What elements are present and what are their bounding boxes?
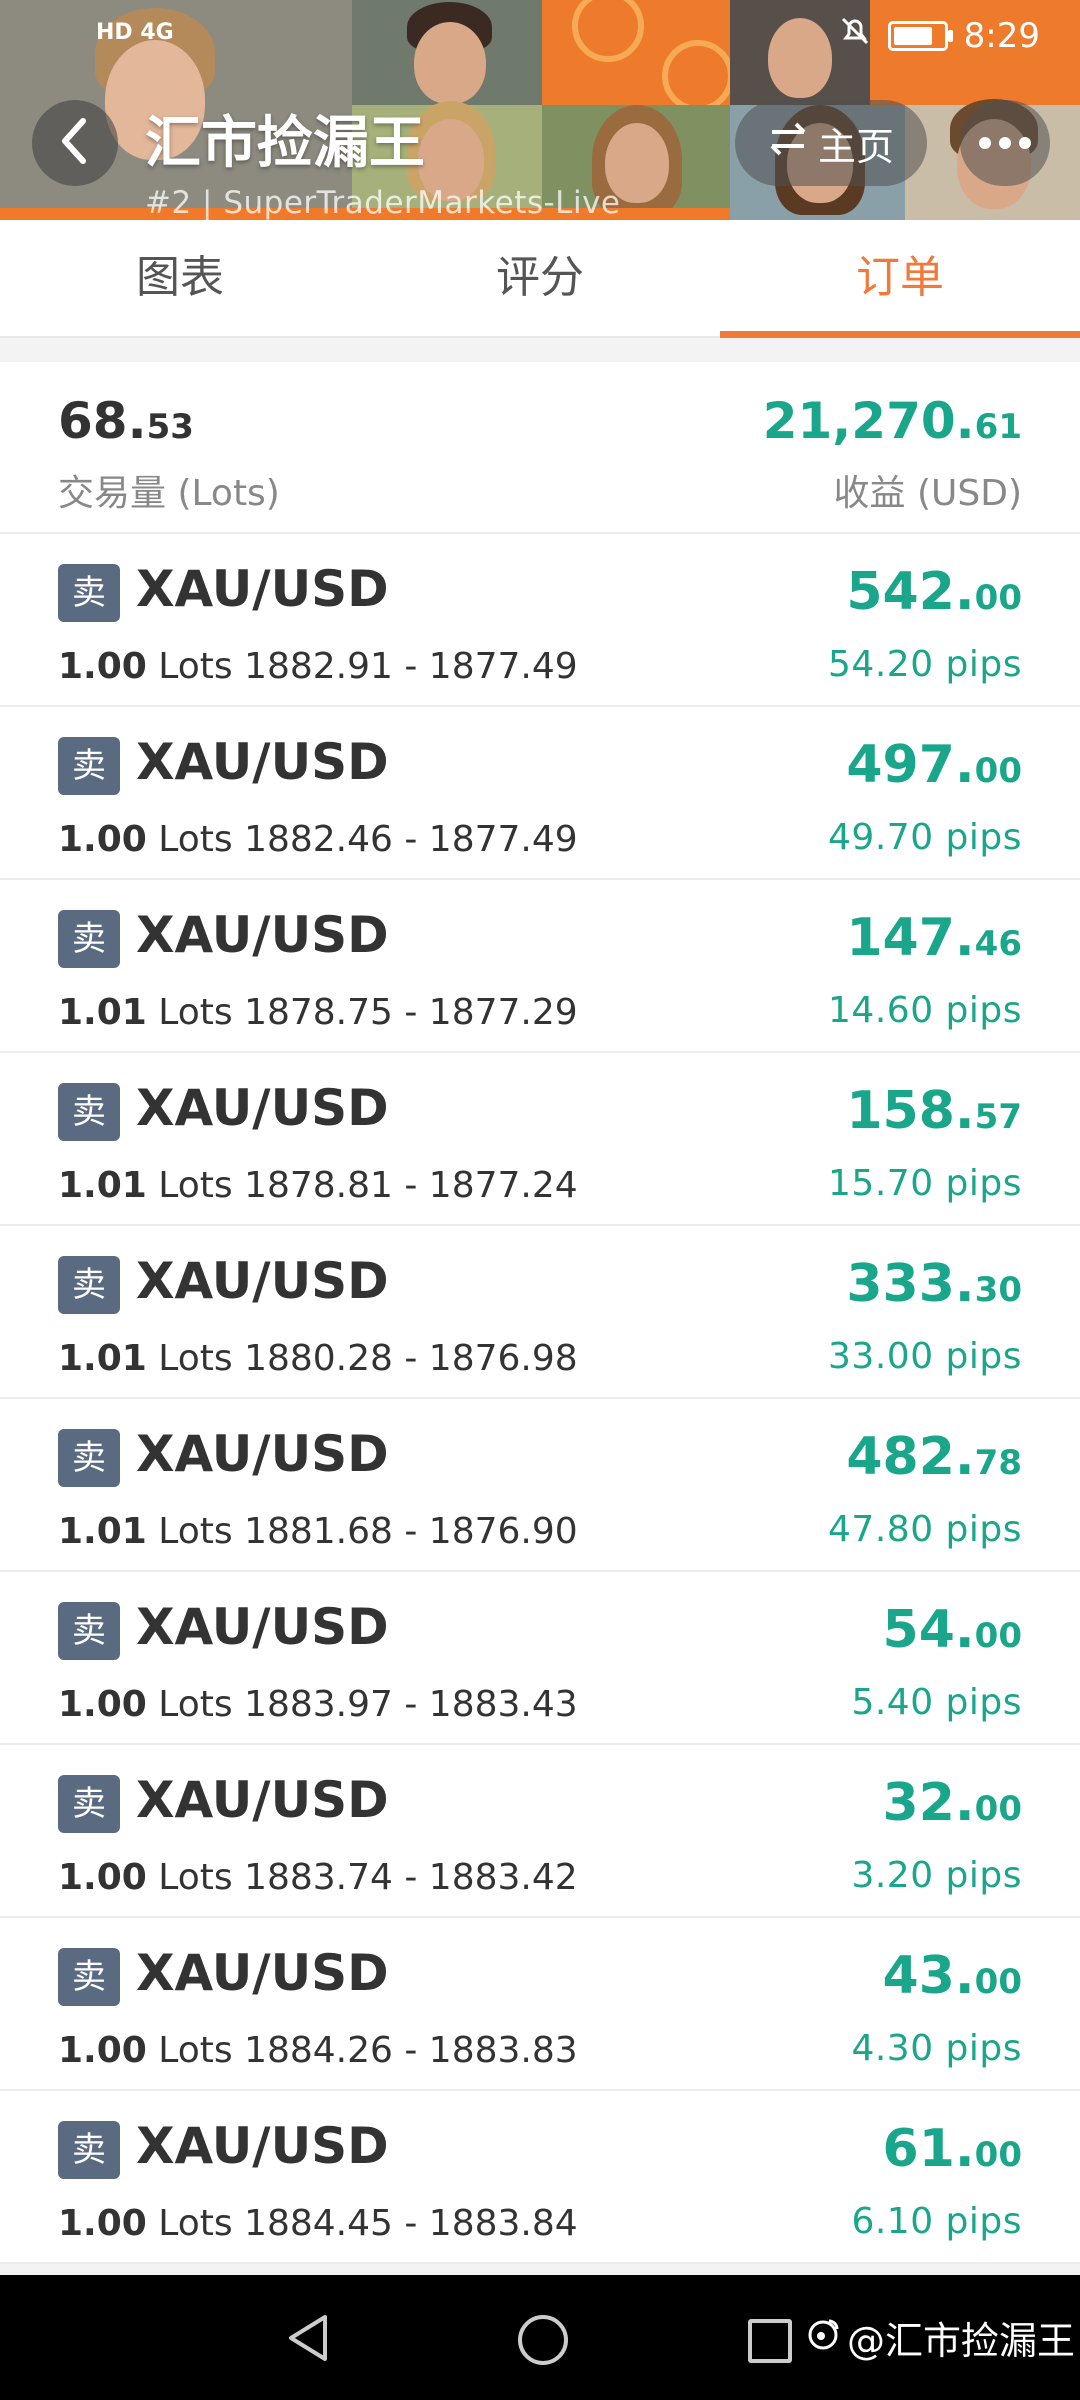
order-pips: 3.20 pips	[851, 1855, 1022, 1896]
order-pips: 47.80 pips	[828, 1509, 1022, 1550]
order-row[interactable]: 卖 XAU/USD 1.00 Lots 1884.45 - 1883.84 61…	[0, 2091, 1080, 2264]
order-profit: 482.78	[846, 1427, 1022, 1487]
order-symbol: XAU/USD	[136, 1252, 389, 1310]
order-row[interactable]: 卖 XAU/USD 1.00 Lots 1882.46 - 1877.49 49…	[0, 707, 1080, 880]
page-title: 汇市捡漏王	[145, 111, 425, 176]
swap-icon	[768, 121, 808, 166]
order-profit: 32.00	[882, 1773, 1022, 1833]
order-symbol: XAU/USD	[136, 1425, 389, 1483]
orders-summary: 68.53 交易量 (Lots) 21,270.61 收益 (USD)	[0, 362, 1080, 534]
order-lots-prices: 1.01 Lots 1878.81 - 1877.24	[58, 1165, 578, 1206]
sell-badge: 卖	[58, 1602, 120, 1660]
order-pips: 5.40 pips	[851, 1682, 1022, 1723]
order-row[interactable]: 卖 XAU/USD 1.01 Lots 1878.81 - 1877.24 15…	[0, 1053, 1080, 1226]
nav-home-icon[interactable]	[518, 2315, 568, 2365]
tab-chart[interactable]: 图表	[0, 220, 360, 336]
sell-badge: 卖	[58, 1256, 120, 1314]
sell-badge: 卖	[58, 1429, 120, 1487]
order-lots-prices: 1.00 Lots 1884.26 - 1883.83	[58, 2030, 578, 2071]
order-row[interactable]: 卖 XAU/USD 1.01 Lots 1880.28 - 1876.98 33…	[0, 1226, 1080, 1399]
watermark: @汇市捡漏王	[805, 2310, 1075, 2365]
network-indicator: HD 4G	[96, 20, 174, 45]
order-lots-prices: 1.00 Lots 1883.74 - 1883.42	[58, 1857, 578, 1898]
volume-label: 交易量 (Lots)	[58, 473, 280, 514]
order-profit: 542.00	[846, 562, 1022, 622]
order-symbol: XAU/USD	[136, 2117, 389, 2175]
order-lots-prices: 1.01 Lots 1881.68 - 1876.90	[58, 1511, 578, 1552]
more-options-button[interactable]	[960, 100, 1050, 186]
order-lots-prices: 1.00 Lots 1882.91 - 1877.49	[58, 646, 578, 687]
sell-badge: 卖	[58, 737, 120, 795]
order-symbol: XAU/USD	[136, 1079, 389, 1137]
order-symbol: XAU/USD	[136, 906, 389, 964]
header-banner: HD 4G 8:29 汇市捡漏王 #2 | SuperTraderMarkets…	[0, 0, 1080, 220]
nav-back-icon[interactable]	[285, 2313, 331, 2367]
battery-icon	[887, 20, 953, 51]
status-bar: HD 4G 8:29	[0, 0, 1080, 78]
weibo-logo-icon	[805, 2315, 841, 2360]
order-lots-prices: 1.00 Lots 1884.45 - 1883.84	[58, 2203, 578, 2244]
order-pips: 14.60 pips	[828, 990, 1022, 1031]
order-profit: 497.00	[846, 735, 1022, 795]
order-pips: 4.30 pips	[851, 2028, 1022, 2069]
order-profit: 147.46	[846, 908, 1022, 968]
order-lots-prices: 1.01 Lots 1878.75 - 1877.29	[58, 992, 578, 1033]
back-button[interactable]	[32, 100, 118, 186]
order-profit: 61.00	[882, 2119, 1022, 2179]
home-button[interactable]: 主页	[735, 100, 927, 186]
order-symbol: XAU/USD	[136, 1771, 389, 1829]
total-profit-label: 收益 (USD)	[833, 473, 1022, 514]
order-profit: 158.57	[846, 1081, 1022, 1141]
order-row[interactable]: 卖 XAU/USD 1.01 Lots 1878.75 - 1877.29 14…	[0, 880, 1080, 1053]
volume-value: 68.53	[58, 392, 194, 450]
more-dots-icon	[979, 137, 1031, 149]
order-row[interactable]: 卖 XAU/USD 1.00 Lots 1884.26 - 1883.83 43…	[0, 1918, 1080, 2091]
order-symbol: XAU/USD	[136, 1598, 389, 1656]
sell-badge: 卖	[58, 1948, 120, 2006]
order-profit: 43.00	[882, 1946, 1022, 2006]
order-profit: 333.30	[846, 1254, 1022, 1314]
order-list: 卖 XAU/USD 1.00 Lots 1882.91 - 1877.49 54…	[0, 534, 1080, 2264]
order-pips: 15.70 pips	[828, 1163, 1022, 1204]
home-button-label: 主页	[817, 124, 894, 169]
order-pips: 33.00 pips	[828, 1336, 1022, 1377]
tab-rating[interactable]: 评分	[360, 220, 720, 336]
sell-badge: 卖	[58, 1083, 120, 1141]
system-nav-bar: @汇市捡漏王	[0, 2275, 1080, 2400]
order-symbol: XAU/USD	[136, 733, 389, 791]
tab-orders[interactable]: 订单	[720, 220, 1080, 338]
order-row[interactable]: 卖 XAU/USD 1.01 Lots 1881.68 - 1876.90 48…	[0, 1399, 1080, 1572]
chevron-left-icon	[55, 117, 95, 169]
order-symbol: XAU/USD	[136, 1944, 389, 2002]
sell-badge: 卖	[58, 564, 120, 622]
sell-badge: 卖	[58, 1775, 120, 1833]
total-profit-value: 21,270.61	[762, 392, 1022, 450]
page-subtitle: #2 | SuperTraderMarkets-Live	[145, 185, 621, 220]
order-symbol: XAU/USD	[136, 560, 389, 618]
order-pips: 6.10 pips	[851, 2201, 1022, 2242]
order-pips: 54.20 pips	[828, 644, 1022, 685]
nav-recents-icon[interactable]	[748, 2319, 792, 2363]
sell-badge: 卖	[58, 910, 120, 968]
order-row[interactable]: 卖 XAU/USD 1.00 Lots 1883.74 - 1883.42 32…	[0, 1745, 1080, 1918]
bell-off-icon	[838, 14, 872, 57]
order-lots-prices: 1.01 Lots 1880.28 - 1876.98	[58, 1338, 578, 1379]
tab-bar: 图表 评分 订单	[0, 220, 1080, 338]
order-profit: 54.00	[882, 1600, 1022, 1660]
order-pips: 49.70 pips	[828, 817, 1022, 858]
order-lots-prices: 1.00 Lots 1883.97 - 1883.43	[58, 1684, 578, 1725]
order-row[interactable]: 卖 XAU/USD 1.00 Lots 1883.97 - 1883.43 54…	[0, 1572, 1080, 1745]
order-lots-prices: 1.00 Lots 1882.46 - 1877.49	[58, 819, 578, 860]
order-row[interactable]: 卖 XAU/USD 1.00 Lots 1882.91 - 1877.49 54…	[0, 534, 1080, 707]
clock: 8:29	[963, 15, 1040, 56]
sell-badge: 卖	[58, 2121, 120, 2179]
